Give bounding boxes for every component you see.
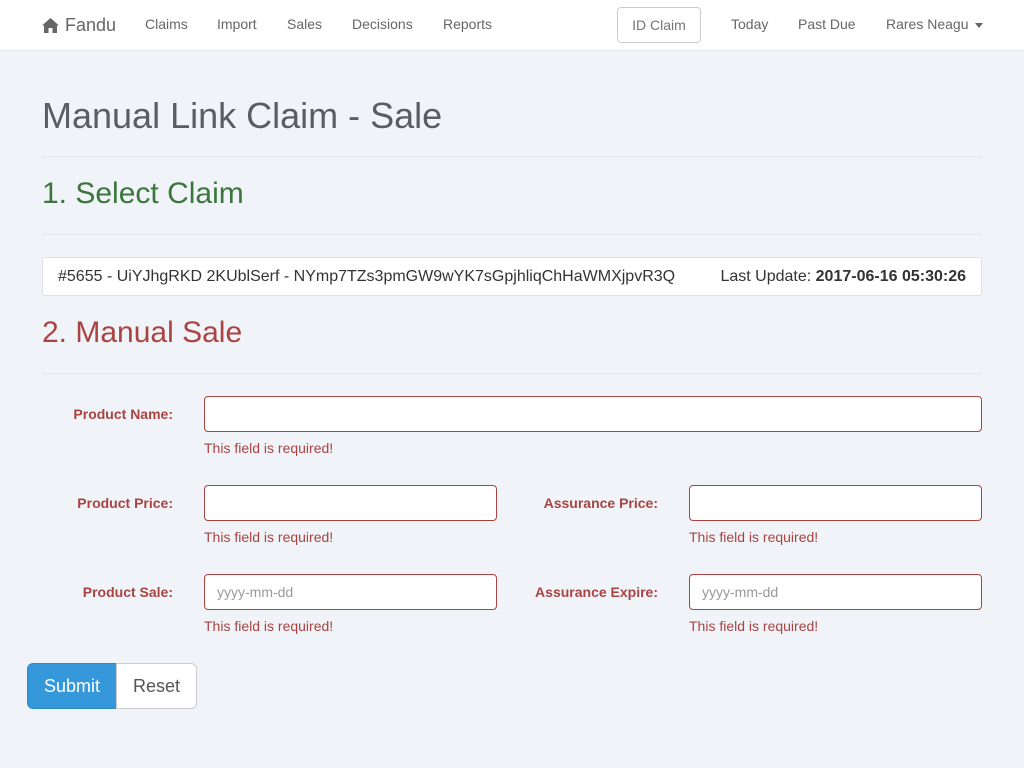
top-navbar: Fandu Claims Import Sales Decisions Repo… [0,0,1024,51]
product-sale-error: This field is required! [204,618,334,634]
assurance-expire-date-field[interactable] [689,574,982,610]
assurance-price-error: This field is required! [689,529,819,545]
divider [42,156,982,157]
id-claim-input[interactable] [617,7,701,43]
product-name-label: Product Name: [73,406,173,422]
product-price-label: Product Price: [77,495,173,511]
assurance-expire-error: This field is required! [689,618,819,634]
product-name-error: This field is required! [204,440,334,456]
home-icon [42,17,59,33]
product-sale-label: Product Sale: [82,584,173,600]
manual-sale-heading: 2. Manual Sale [42,316,243,349]
select-claim-heading: 1. Select Claim [42,177,244,210]
divider [42,234,982,235]
product-name-field[interactable] [204,396,982,432]
reset-button[interactable]: Reset [116,663,197,709]
nav-decisions[interactable]: Decisions [352,16,413,32]
submit-button[interactable]: Submit [27,663,117,709]
product-sale-date-field[interactable] [204,574,497,610]
brand-name: Fandu [65,14,117,35]
nav-reports[interactable]: Reports [443,16,492,32]
user-name: Rares Neagu [886,16,969,32]
selected-claim-panel: #5655 - UiYJhgRKD 2KUblSerf - NYmp7TZs3p… [42,257,982,296]
product-price-field[interactable] [204,485,497,521]
nav-import[interactable]: Import [217,16,257,32]
last-update-label: Last Update: [720,268,812,285]
last-update: Last Update: 2017-06-16 05:30:26 [720,268,966,286]
nav-sales[interactable]: Sales [287,16,322,32]
user-menu[interactable]: Rares Neagu [886,16,983,32]
product-price-error: This field is required! [204,529,334,545]
nav-past-due[interactable]: Past Due [798,16,856,32]
nav-today[interactable]: Today [731,16,768,32]
assurance-price-label: Assurance Price: [543,495,658,511]
page-title: Manual Link Claim - Sale [42,95,443,136]
assurance-expire-label: Assurance Expire: [535,584,658,600]
last-update-value: 2017-06-16 05:30:26 [815,268,966,285]
caret-down-icon [974,22,983,28]
assurance-price-field[interactable] [689,485,982,521]
claim-summary: #5655 - UiYJhgRKD 2KUblSerf - NYmp7TZs3p… [58,268,676,285]
brand-link[interactable]: Fandu [42,13,116,37]
divider [42,373,982,374]
nav-claims[interactable]: Claims [145,16,188,32]
